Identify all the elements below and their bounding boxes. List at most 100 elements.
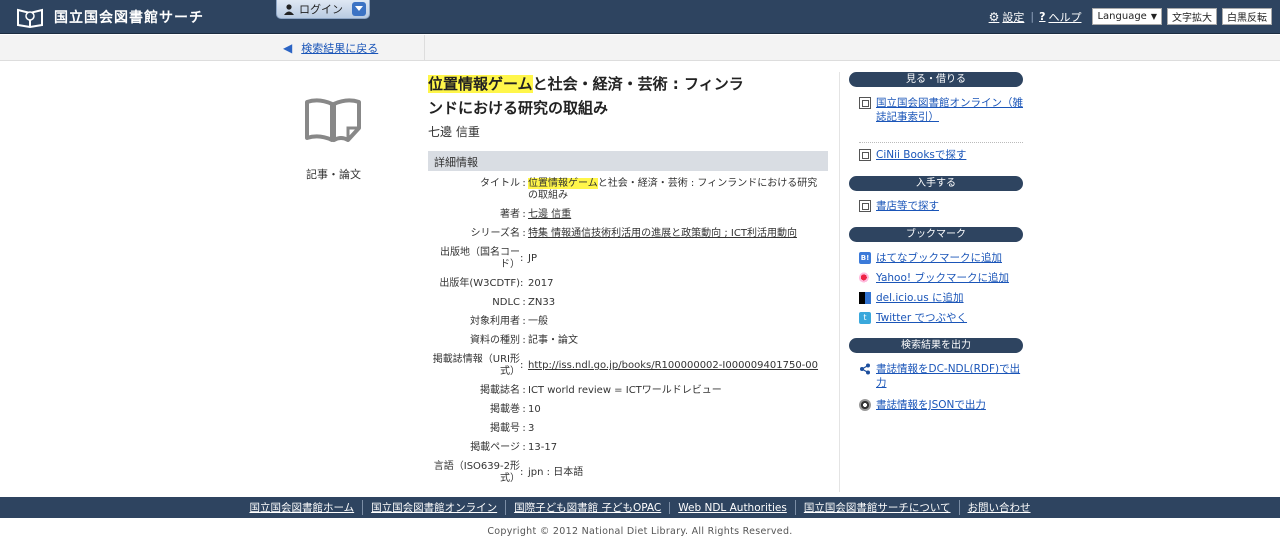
details-table: タイトル: 位置情報ゲームと社会・経済・芸術 : フィンランドにおける研究の取組み… <box>428 178 828 492</box>
article-book-icon <box>305 98 361 142</box>
detail-value: 記事・論文 <box>528 335 578 346</box>
contrast-toggle-button[interactable]: 白黒反転 <box>1222 8 1272 25</box>
cinii-label[interactable]: CiNii Booksで探す <box>876 148 966 162</box>
site-logo[interactable]: 国立国会図書館サーチ <box>16 6 204 28</box>
site-title: 国立国会図書館サーチ <box>54 10 204 26</box>
detail-colon: : <box>522 442 526 453</box>
detail-label: 掲載号 <box>490 423 520 434</box>
detail-colon: : <box>522 423 526 434</box>
footer-link-ndl-home[interactable]: 国立国会図書館ホーム <box>241 500 362 515</box>
share-icon <box>859 363 871 375</box>
detail-row: 掲載誌情報（URI形式）: http://iss.ndl.go.jp/books/… <box>428 354 828 378</box>
bookstore-label[interactable]: 書店等で探す <box>876 199 939 213</box>
bookmark-header: ブックマーク <box>849 227 1023 242</box>
back-to-results-link[interactable]: ◀ 検索結果に戻る <box>283 40 378 56</box>
search-highlight: 位置情報ゲーム <box>528 178 598 189</box>
delicious-label[interactable]: del.icio.us に追加 <box>876 291 964 305</box>
footer-link-authorities[interactable]: Web NDL Authorities <box>669 501 795 514</box>
export-json-label[interactable]: 書誌情報をJSONで出力 <box>876 398 986 412</box>
search-highlight: 位置情報ゲーム <box>428 75 533 93</box>
detail-value: JP <box>528 253 537 264</box>
help-link[interactable]: ? ヘルプ <box>1039 9 1081 25</box>
detail-value[interactable]: 七邊 信重 <box>528 209 824 221</box>
detail-value[interactable]: 特集 情報通信技術利活用の進展と政策動向 ; ICT利活用動向 <box>528 228 824 240</box>
footer-link-kids-opac[interactable]: 国際子ども図書館 子どもOPAC <box>505 500 669 515</box>
twitter-label[interactable]: Twitter でつぶやく <box>876 311 967 325</box>
login-button[interactable]: ログイン <box>276 0 370 19</box>
page-title: 位置情報ゲームと社会・経済・芸術 : フィンランドにおける研究の取組み <box>428 72 758 120</box>
footer-link-contact[interactable]: お問い合わせ <box>958 500 1039 515</box>
detail-colon: : <box>522 385 526 396</box>
detail-colon: : <box>522 178 526 189</box>
detail-colon: : <box>520 360 524 371</box>
footer-link-about[interactable]: 国立国会図書館サーチについて <box>794 500 959 515</box>
hatena-label[interactable]: はてなブックマークに追加 <box>876 251 1002 265</box>
yahoo-icon <box>859 272 871 284</box>
question-icon: ? <box>1039 10 1046 23</box>
copyright-text: Copyright © 2012 National Diet Library. … <box>487 526 793 537</box>
detail-colon: : <box>520 467 524 478</box>
detail-row: 対象利用者: 一般 <box>428 316 828 328</box>
back-label[interactable]: 検索結果に戻る <box>301 40 378 56</box>
detail-label: 出版地（国名コード） <box>440 247 520 270</box>
bookstore-link[interactable]: 書店等で探す <box>859 199 1023 213</box>
hatena-bookmark-link[interactable]: B! はてなブックマークに追加 <box>859 251 1023 265</box>
font-enlarge-button[interactable]: 文字拡大 <box>1167 8 1217 25</box>
footer-nav: 国立国会図書館ホーム 国立国会図書館オンライン 国際子ども図書館 子どもOPAC… <box>0 497 1280 518</box>
detail-row: NDLC: ZN33 <box>428 297 828 309</box>
yahoo-bookmark-link[interactable]: Yahoo! ブックマークに追加 <box>859 271 1023 285</box>
detail-label: 掲載ページ <box>470 442 520 453</box>
detail-row: 掲載誌名: ICT world review = ICTワールドレビュー <box>428 385 828 397</box>
detail-label: 出版年(W3CDTF) <box>439 278 520 289</box>
cinii-link[interactable]: CiNii Booksで探す <box>859 148 1023 162</box>
settings-label: 設定 <box>1002 10 1025 24</box>
detail-colon: : <box>522 404 526 415</box>
detail-label: 掲載巻 <box>490 404 520 415</box>
details-section-header: 詳細情報 <box>428 151 828 171</box>
language-label: Language <box>1097 11 1147 22</box>
detail-row: 資料の種別: 記事・論文 <box>428 335 828 347</box>
divider: | <box>1030 10 1035 23</box>
twitter-icon: t <box>859 312 871 324</box>
detail-row: タイトル: 位置情報ゲームと社会・経済・芸術 : フィンランドにおける研究の取組み <box>428 178 828 202</box>
yahoo-label[interactable]: Yahoo! ブックマークに追加 <box>876 271 1009 285</box>
delicious-icon <box>859 292 871 304</box>
ndl-online-link[interactable]: 国立国会図書館オンライン（雑誌記事索引） <box>859 96 1023 124</box>
detail-colon: : <box>520 253 524 264</box>
detail-label: シリーズ名 <box>470 228 521 239</box>
detail-colon: : <box>522 316 526 327</box>
detail-value: ICT world review = ICTワールドレビュー <box>528 385 722 396</box>
export-json-link[interactable]: 書誌情報をJSONで出力 <box>859 398 1023 412</box>
language-select[interactable]: Language ▼ <box>1092 8 1162 25</box>
detail-row: 出版地（国名コード）: JP <box>428 247 828 271</box>
settings-link[interactable]: ⚙ 設定 <box>989 9 1025 25</box>
divider <box>859 142 1023 143</box>
detail-value: 一般 <box>528 316 548 327</box>
delicious-link[interactable]: del.icio.us に追加 <box>859 291 1023 305</box>
external-window-icon <box>859 200 871 212</box>
json-icon <box>859 399 871 411</box>
export-rdf-label[interactable]: 書誌情報をDC-NDL(RDF)で出力 <box>876 362 1023 390</box>
detail-label: 掲載誌名 <box>480 385 520 396</box>
detail-value: 2017 <box>528 278 554 289</box>
material-type-label: 記事・論文 <box>306 168 361 181</box>
detail-label: 資料の種別 <box>470 335 520 346</box>
chevron-down-icon[interactable] <box>352 2 366 16</box>
detail-row: 掲載巻:10 <box>428 404 828 416</box>
detail-label: NDLC <box>492 297 520 308</box>
twitter-link[interactable]: t Twitter でつぶやく <box>859 311 1023 325</box>
footer-link-ndl-online[interactable]: 国立国会図書館オンライン <box>362 500 505 515</box>
user-icon <box>284 3 294 15</box>
top-header: 国立国会図書館サーチ ログイン ⚙ 設定 | ? ヘルプ Language ▼ … <box>0 0 1280 34</box>
ndl-online-label[interactable]: 国立国会図書館オンライン（雑誌記事索引） <box>876 96 1023 124</box>
login-label: ログイン <box>299 3 343 16</box>
detail-value[interactable]: http://iss.ndl.go.jp/books/R100000002-I0… <box>528 354 824 378</box>
view-borrow-header: 見る・借りる <box>849 72 1023 87</box>
detail-label: 掲載誌情報（URI形式） <box>432 354 520 377</box>
breadcrumb-bar: ◀ 検索結果に戻る <box>0 35 1280 61</box>
export-rdf-link[interactable]: 書誌情報をDC-NDL(RDF)で出力 <box>859 362 1023 390</box>
obtain-header: 入手する <box>849 176 1023 191</box>
export-header: 検索結果を出力 <box>849 338 1023 353</box>
detail-value: 13-17 <box>528 442 558 453</box>
record-author: 七邊 信重 <box>428 125 480 139</box>
